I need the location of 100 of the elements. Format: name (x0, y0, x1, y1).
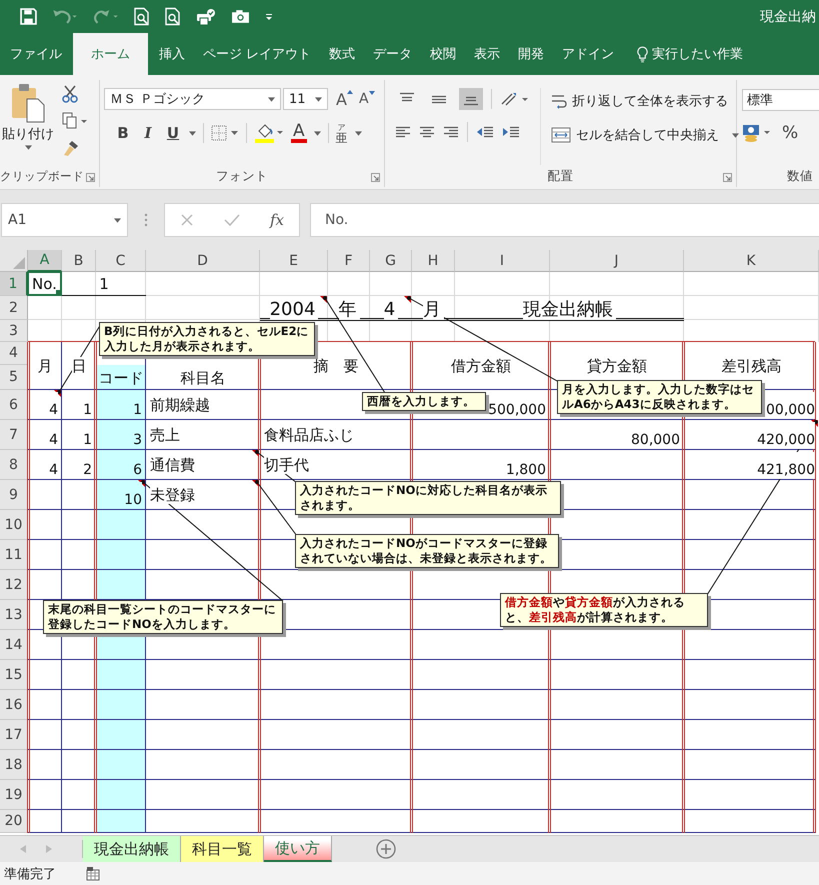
column-header[interactable]: C (96, 250, 146, 272)
ribbon-tab[interactable]: 表示 (465, 33, 510, 75)
row-header[interactable]: 1 (0, 272, 28, 296)
column-header[interactable]: A (28, 250, 62, 272)
row-header[interactable]: 18 (0, 750, 28, 780)
format-painter-icon[interactable] (62, 139, 80, 157)
row-header[interactable]: 16 (0, 690, 28, 720)
sheet-tab[interactable]: 使い方 (264, 836, 332, 862)
caret-icon[interactable] (314, 130, 321, 136)
row-header[interactable]: 7 (0, 420, 28, 450)
print-preview-icon[interactable] (134, 7, 150, 26)
align-right-icon[interactable] (443, 125, 459, 139)
ribbon-tab[interactable]: データ (364, 33, 422, 75)
column-header[interactable]: J (550, 250, 684, 272)
ribbon-tab[interactable]: アドイン (553, 33, 624, 75)
font-name-field[interactable]: ＭＳ Ｐゴシック (104, 88, 281, 110)
merge-center-button[interactable]: セルを結合して中央揃え (547, 122, 743, 148)
row-header[interactable]: 14 (0, 630, 28, 660)
formula-field[interactable]: No. (310, 203, 819, 237)
insert-function-button[interactable]: fx (270, 211, 284, 229)
align-left-icon[interactable] (395, 125, 411, 139)
save-icon[interactable] (20, 8, 37, 25)
column-header[interactable]: H (412, 250, 455, 272)
vertical-align-button[interactable] (459, 88, 483, 110)
ribbon-tab[interactable]: 開発 (509, 33, 554, 75)
print-preview-icon[interactable] (165, 7, 181, 26)
check-icon[interactable] (224, 213, 240, 227)
underline-button[interactable]: U (164, 124, 182, 142)
sheet-tab[interactable]: 科目一覧 (181, 836, 264, 862)
printer-icon[interactable] (196, 8, 216, 26)
font-size-field[interactable]: 11 (283, 88, 328, 110)
ribbon-tab[interactable]: 校閲 (421, 33, 466, 75)
ribbon-tab[interactable]: ファイル (0, 33, 71, 75)
row-header[interactable]: 12 (0, 570, 28, 600)
ribbon-tab[interactable]: 挿入 (150, 33, 194, 75)
row-header[interactable]: 2 (0, 296, 28, 320)
row-header[interactable]: 19 (0, 780, 28, 810)
group-label: フォント (216, 168, 268, 184)
dialog-launcher-icon[interactable] (86, 173, 95, 182)
grow-font-button[interactable]: A (336, 90, 351, 108)
arrow-down-icon (368, 91, 375, 95)
text-orientation-icon[interactable] (500, 91, 530, 107)
tell-me-field[interactable]: 実行したい作業 (652, 33, 744, 75)
font-color-button[interactable]: A (291, 123, 307, 143)
column-header[interactable]: E (260, 250, 328, 272)
row-header[interactable]: 13 (0, 600, 28, 630)
copy-icon[interactable] (62, 112, 88, 130)
merge-cells-icon (551, 127, 571, 143)
group-label: クリップボード (0, 168, 84, 184)
column-header[interactable]: B (62, 250, 96, 272)
number-format-field[interactable]: 標準 (742, 89, 819, 111)
wrap-text-button[interactable]: 折り返して全体を表示する (547, 88, 743, 114)
camera-icon[interactable] (231, 9, 250, 24)
customize-caret-icon[interactable] (265, 12, 273, 20)
row-header[interactable]: 9 (0, 480, 28, 510)
shrink-font-button[interactable]: A (358, 91, 373, 107)
row-header[interactable]: 11 (0, 540, 28, 570)
table-cell: 通信費 (150, 456, 195, 474)
row-header[interactable]: 4 (0, 342, 28, 365)
percent-button[interactable]: % (782, 123, 798, 143)
table-cell: コード (98, 368, 144, 386)
phonetic-button[interactable]: ア 亜 (336, 123, 348, 143)
row-header[interactable]: 6 (0, 390, 28, 420)
macro-record-icon[interactable] (86, 866, 102, 880)
row-header[interactable]: 17 (0, 720, 28, 750)
italic-button[interactable]: I (139, 124, 157, 142)
row-header[interactable]: 8 (0, 450, 28, 480)
fill-color-icon[interactable] (254, 123, 284, 143)
decrease-indent-icon[interactable] (476, 125, 494, 139)
lightbulb-icon[interactable] (637, 46, 648, 62)
row-header[interactable]: 3 (0, 320, 28, 342)
add-sheet-icon[interactable] (376, 839, 396, 859)
table-cell: 差引残高 (722, 357, 782, 375)
bold-button[interactable]: B (114, 124, 132, 142)
caret-icon[interactable] (354, 130, 362, 136)
caret-icon[interactable] (189, 130, 196, 136)
row-header[interactable]: 10 (0, 510, 28, 540)
column-header[interactable]: D (146, 250, 260, 272)
table-cell: 日 (72, 357, 86, 375)
table-cell: 貸方金額 (587, 357, 647, 375)
ribbon-tab[interactable]: ページ レイアウト (194, 33, 320, 75)
dialog-launcher-icon[interactable] (371, 173, 380, 182)
ribbon-tab[interactable]: 数式 (320, 33, 364, 75)
column-header[interactable]: G (370, 250, 412, 272)
column-header[interactable]: K (684, 250, 819, 272)
scissors-icon[interactable] (62, 85, 78, 103)
align-center-icon[interactable] (419, 125, 435, 139)
ribbon-tab[interactable]: ホーム (73, 33, 148, 75)
comment-box: 末尾の科目一覧シートのコードマスターに登録したコードNOを入力します。 (43, 600, 283, 634)
name-box[interactable]: A1 (1, 203, 128, 237)
row-header[interactable]: 20 (0, 810, 28, 833)
column-header[interactable]: F (328, 250, 370, 272)
increase-indent-icon[interactable] (502, 125, 520, 139)
row-header[interactable]: 15 (0, 660, 28, 690)
borders-icon[interactable] (211, 125, 239, 141)
column-header[interactable]: I (455, 250, 550, 272)
dialog-launcher-icon[interactable] (723, 173, 732, 182)
paste-button[interactable]: 貼り付け (2, 83, 54, 165)
row-header[interactable]: 5 (0, 365, 28, 390)
sheet-tab[interactable]: 現金出納帳 (83, 836, 181, 862)
